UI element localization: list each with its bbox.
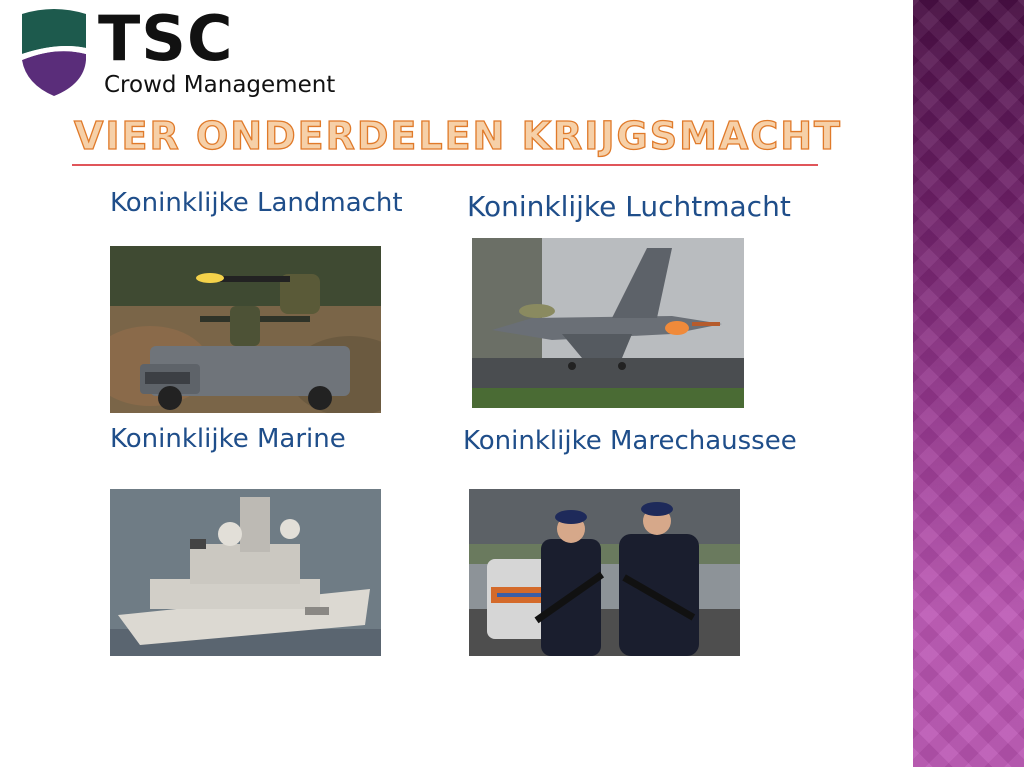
logo-tagline: Crowd Management xyxy=(104,72,336,98)
shield-logo-icon xyxy=(22,9,86,96)
army-vehicle-photo xyxy=(110,246,381,413)
caption-marechaussee: Koninklijke Marechaussee xyxy=(463,426,797,456)
slide: TSC Crowd Management VIER ONDERDELEN KRI… xyxy=(0,0,1024,767)
caption-luchtmacht: Koninklijke Luchtmacht xyxy=(467,190,791,223)
fighter-jet-photo xyxy=(472,238,744,408)
logo-brand-text: TSC xyxy=(98,2,234,75)
caption-marine: Koninklijke Marine xyxy=(110,424,346,454)
tsc-logo: TSC Crowd Management xyxy=(18,2,348,104)
caption-landmacht: Koninklijke Landmacht xyxy=(110,188,403,218)
slide-title-text: VIER ONDERDELEN KRIJGSMACHT xyxy=(73,113,842,158)
military-police-photo xyxy=(469,489,740,656)
decorative-sidebar xyxy=(913,0,1024,767)
frigate-photo xyxy=(110,489,381,656)
slide-title: VIER ONDERDELEN KRIJGSMACHT xyxy=(72,112,841,166)
